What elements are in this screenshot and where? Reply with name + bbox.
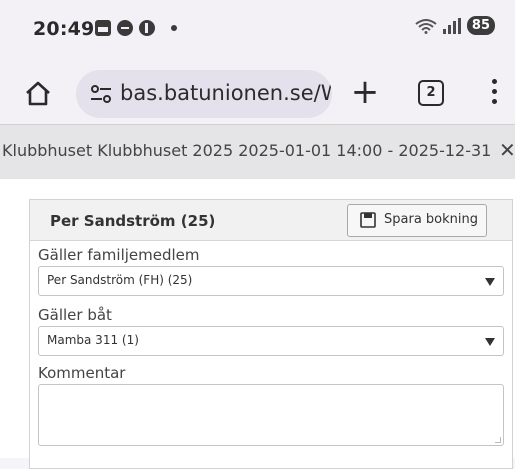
resize-grip-icon[interactable]: [495, 437, 501, 443]
person-name: Per Sandström (25): [50, 212, 216, 230]
family-member-select[interactable]: Per Sandström (FH) (25): [38, 266, 504, 296]
comment-label: Kommentar: [38, 364, 126, 382]
save-booking-label: Spara bokning: [384, 212, 478, 227]
address-bar[interactable]: bas.batunionen.se/W: [76, 70, 332, 118]
messenger-icon: [117, 20, 133, 36]
booking-card-header: Per Sandström (25) Spara bokning: [30, 200, 512, 241]
gallery-icon: [95, 20, 111, 36]
site-settings-icon[interactable]: [90, 84, 112, 104]
close-icon[interactable]: ✕: [497, 138, 515, 162]
family-member-label: Gäller familjemedlem: [38, 246, 200, 264]
floppy-disk-icon: [360, 212, 376, 228]
wifi-icon: [415, 18, 437, 34]
boat-value: Mamba 311 (1): [47, 333, 139, 347]
page-title: Klubbhuset Klubbhuset 2025 2025-01-01 14…: [2, 141, 515, 160]
facebook-icon: [139, 20, 155, 36]
page-content: Per Sandström (25) Spara bokning Gäller …: [0, 179, 515, 469]
tab-switcher-button[interactable]: 2: [418, 80, 444, 106]
boat-label: Gäller båt: [38, 306, 112, 324]
status-time: 20:49: [33, 18, 95, 40]
signal-icon: [442, 17, 461, 34]
chevron-down-icon: [485, 338, 495, 346]
notification-icons: [95, 20, 177, 36]
browser-menu-icon[interactable]: [490, 79, 498, 107]
new-tab-button[interactable]: +: [348, 75, 382, 110]
url-text[interactable]: bas.batunionen.se/W: [120, 81, 332, 105]
comment-textarea[interactable]: [38, 384, 504, 446]
home-icon[interactable]: [24, 79, 52, 107]
system-icons: 85: [415, 16, 495, 35]
status-bar: 20:49 85: [0, 0, 515, 62]
booking-card: Per Sandström (25) Spara bokning Gäller …: [29, 199, 513, 469]
dialog-header: Klubbhuset Klubbhuset 2025 2025-01-01 14…: [0, 124, 515, 180]
more-notifications-dot-icon: [171, 25, 177, 31]
battery-indicator: 85: [466, 16, 495, 35]
boat-select[interactable]: Mamba 311 (1): [38, 326, 504, 356]
browser-toolbar: bas.batunionen.se/W + 2: [0, 62, 515, 124]
save-booking-button[interactable]: Spara bokning: [347, 204, 487, 237]
chevron-down-icon: [485, 278, 495, 286]
family-member-value: Per Sandström (FH) (25): [47, 273, 193, 287]
